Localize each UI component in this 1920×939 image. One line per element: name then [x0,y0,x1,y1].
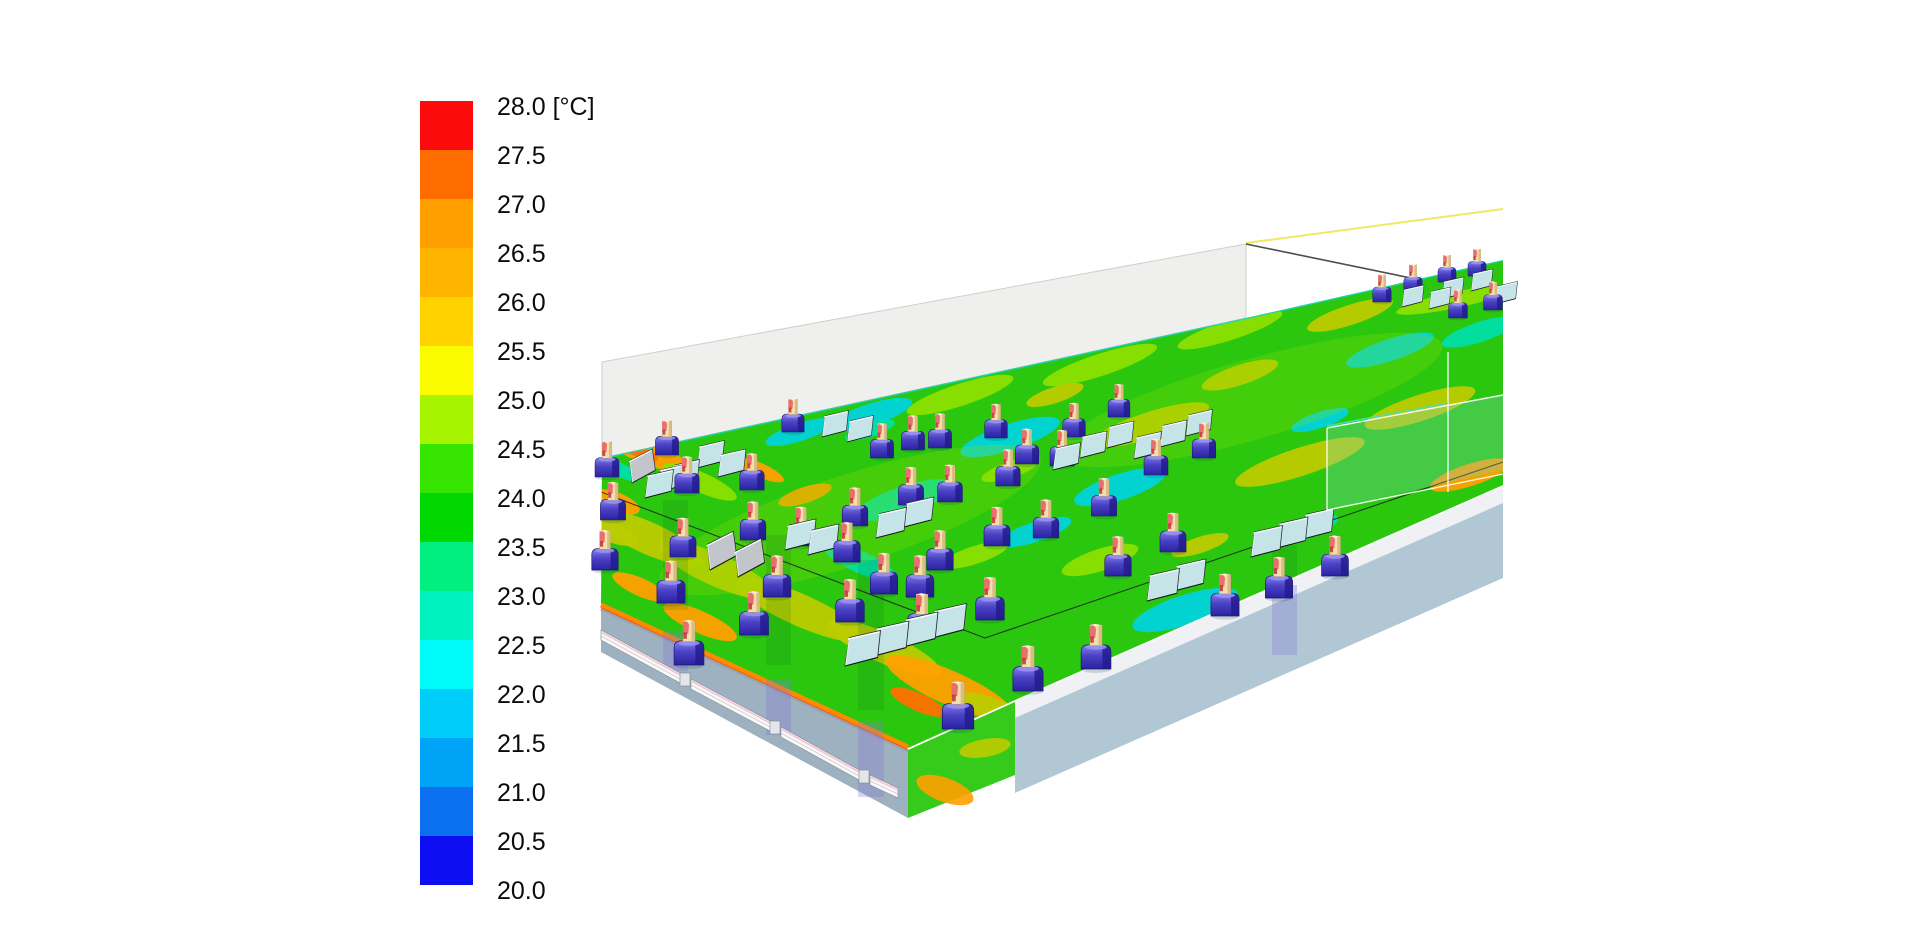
person-figure [1373,274,1391,304]
rail-junction [859,770,869,783]
rail-junction [770,721,780,734]
rail-junction [680,673,690,686]
cfd-post-viewport: 28.0 [°C]27.527.026.526.025.525.024.524.… [0,0,1920,939]
cfd-scene [0,0,1920,939]
temperature-contour-3d-view [0,0,1920,939]
